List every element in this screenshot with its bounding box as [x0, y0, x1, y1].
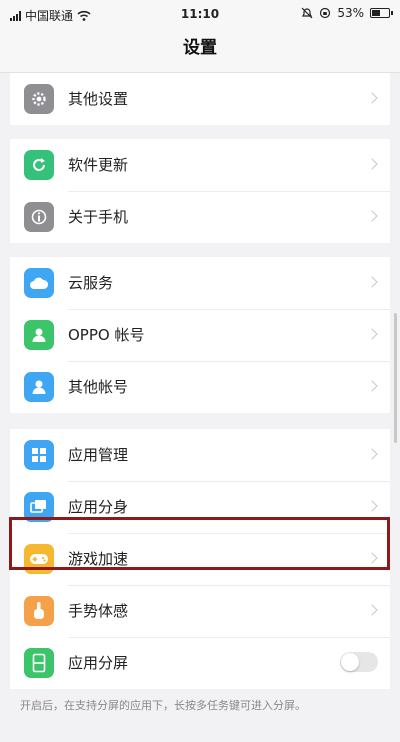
- split-screen-icon: [24, 648, 54, 678]
- settings-item-about-phone[interactable]: 关于手机: [10, 191, 390, 243]
- settings-item-label: 关于手机: [68, 208, 129, 226]
- status-right: 53%: [301, 6, 393, 20]
- split-screen-toggle[interactable]: [340, 652, 378, 672]
- settings-item-label: 应用管理: [68, 446, 129, 464]
- chevron-right-icon: [366, 604, 378, 616]
- settings-group-other: 其他设置: [10, 73, 390, 125]
- status-bar: 中国联通 11:10 53%: [0, 0, 400, 30]
- cloud-icon: [24, 268, 54, 298]
- other-account-icon: [24, 372, 54, 402]
- game-icon: [24, 544, 54, 574]
- app-manage-icon: [24, 440, 54, 470]
- bell-off-icon: [301, 7, 313, 19]
- chevron-right-icon: [366, 210, 378, 222]
- info-icon: [24, 202, 54, 232]
- settings-item-label: 软件更新: [68, 156, 129, 174]
- chevron-right-icon: [366, 552, 378, 564]
- chevron-right-icon: [366, 92, 378, 104]
- battery-icon: [370, 8, 393, 18]
- account-icon: [24, 320, 54, 350]
- chevron-right-icon: [366, 380, 378, 392]
- chevron-right-icon: [366, 158, 378, 170]
- settings-item-other-accounts[interactable]: 其他帐号: [10, 361, 390, 413]
- settings-item-cloud-service[interactable]: 云服务: [10, 257, 390, 309]
- toggle-knob: [341, 653, 359, 671]
- settings-item-label: OPPO 帐号: [68, 326, 145, 344]
- chevron-right-icon: [366, 276, 378, 288]
- settings-item-game-boost[interactable]: 游戏加速: [10, 533, 390, 585]
- app-clone-icon: [24, 492, 54, 522]
- settings-item-split-screen[interactable]: 应用分屏: [10, 637, 390, 689]
- settings-item-other-settings[interactable]: 其他设置: [10, 73, 390, 125]
- settings-item-label: 游戏加速: [68, 550, 129, 568]
- settings-group-accounts: 云服务 OPPO 帐号 其他帐号: [10, 257, 390, 413]
- settings-item-label: 云服务: [68, 274, 114, 292]
- settings-item-app-clone[interactable]: 应用分身: [10, 481, 390, 533]
- settings-list[interactable]: 其他设置 软件更新 关于手机 云服务 OPPO 帐号 其他帐号 应用管理 应用分…: [0, 73, 400, 742]
- settings-item-label: 应用分身: [68, 498, 129, 516]
- update-icon: [24, 150, 54, 180]
- gesture-icon: [24, 596, 54, 626]
- chevron-right-icon: [366, 328, 378, 340]
- chevron-right-icon: [366, 500, 378, 512]
- settings-group-apps: 应用管理 应用分身 游戏加速 手势体感 应用分屏: [10, 429, 390, 689]
- rotation-lock-icon: [320, 7, 331, 19]
- settings-item-gesture-motion[interactable]: 手势体感: [10, 585, 390, 637]
- settings-item-label: 应用分屏: [68, 654, 129, 672]
- chevron-right-icon: [366, 448, 378, 460]
- settings-group-system: 软件更新 关于手机: [10, 139, 390, 243]
- split-screen-footnote: 开启后，在支持分屏的应用下，长按多任务键可进入分屏。: [20, 699, 306, 712]
- settings-item-software-update[interactable]: 软件更新: [10, 139, 390, 191]
- settings-item-app-management[interactable]: 应用管理: [10, 429, 390, 481]
- battery-percent: 53%: [337, 6, 364, 20]
- gear-icon: [24, 84, 54, 114]
- scrollbar[interactable]: [394, 313, 397, 443]
- settings-item-label: 其他帐号: [68, 378, 129, 396]
- settings-item-label: 其他设置: [68, 90, 129, 108]
- page-title: 设置: [0, 30, 400, 73]
- settings-item-oppo-account[interactable]: OPPO 帐号: [10, 309, 390, 361]
- settings-item-label: 手势体感: [68, 602, 129, 620]
